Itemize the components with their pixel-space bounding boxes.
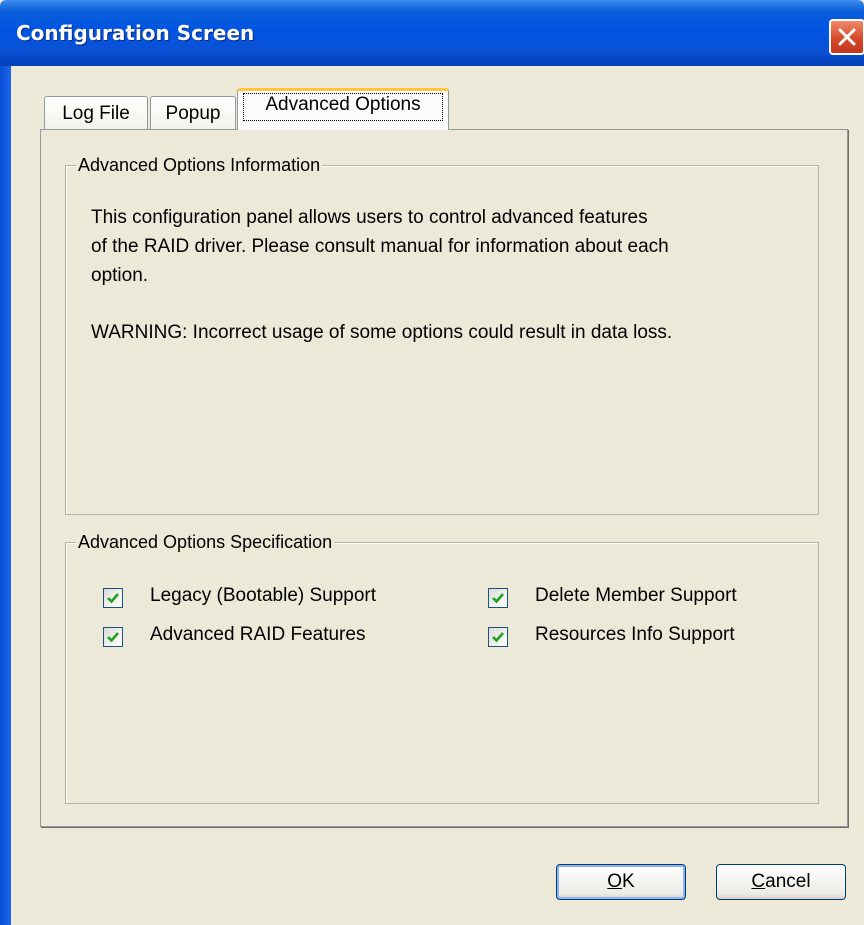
checkbox-label[interactable]: Resources Info Support	[535, 624, 735, 646]
tab-popup[interactable]: Popup	[150, 96, 236, 132]
warning-line: WARNING: Incorrect usage of some options…	[91, 322, 673, 343]
info-groupbox: Advanced Options Information This config…	[65, 155, 819, 515]
checkbox-label[interactable]: Delete Member Support	[535, 585, 737, 607]
window-frame-left	[0, 66, 11, 925]
tab-advanced-options[interactable]: Advanced Options	[237, 88, 449, 130]
delete-member-support-checkbox[interactable]	[488, 588, 508, 608]
ok-button[interactable]: OK	[556, 864, 686, 900]
tab-label: Log File	[62, 103, 130, 124]
close-button[interactable]	[829, 19, 864, 55]
title-bar: Configuration Screen	[0, 0, 864, 66]
checkbox-label[interactable]: Advanced RAID Features	[150, 624, 365, 646]
legacy-support-checkbox[interactable]	[103, 588, 123, 608]
check-icon	[107, 632, 119, 643]
checkbox-label[interactable]: Legacy (Bootable) Support	[150, 585, 376, 607]
info-line: This configuration panel allows users to…	[91, 207, 648, 228]
check-icon	[492, 593, 504, 604]
tab-label: Advanced Options	[265, 94, 421, 115]
check-icon	[107, 593, 119, 604]
advanced-raid-features-checkbox[interactable]	[103, 627, 123, 647]
tab-label: Popup	[165, 103, 221, 124]
info-line: of the RAID driver. Please consult manua…	[91, 236, 669, 257]
spec-groupbox: Advanced Options Specification Legacy (B…	[65, 532, 819, 804]
close-icon	[838, 28, 856, 46]
check-icon	[492, 632, 504, 643]
cancel-button[interactable]: Cancel	[716, 864, 846, 900]
tab-log-file[interactable]: Log File	[44, 96, 148, 132]
window-title: Configuration Screen	[16, 21, 255, 45]
resources-info-support-checkbox[interactable]	[488, 627, 508, 647]
group-label: Advanced Options Information	[76, 155, 323, 175]
group-label: Advanced Options Specification	[76, 532, 335, 552]
info-line: option.	[91, 265, 149, 286]
tab-panel: Advanced Options Information This config…	[40, 129, 848, 827]
